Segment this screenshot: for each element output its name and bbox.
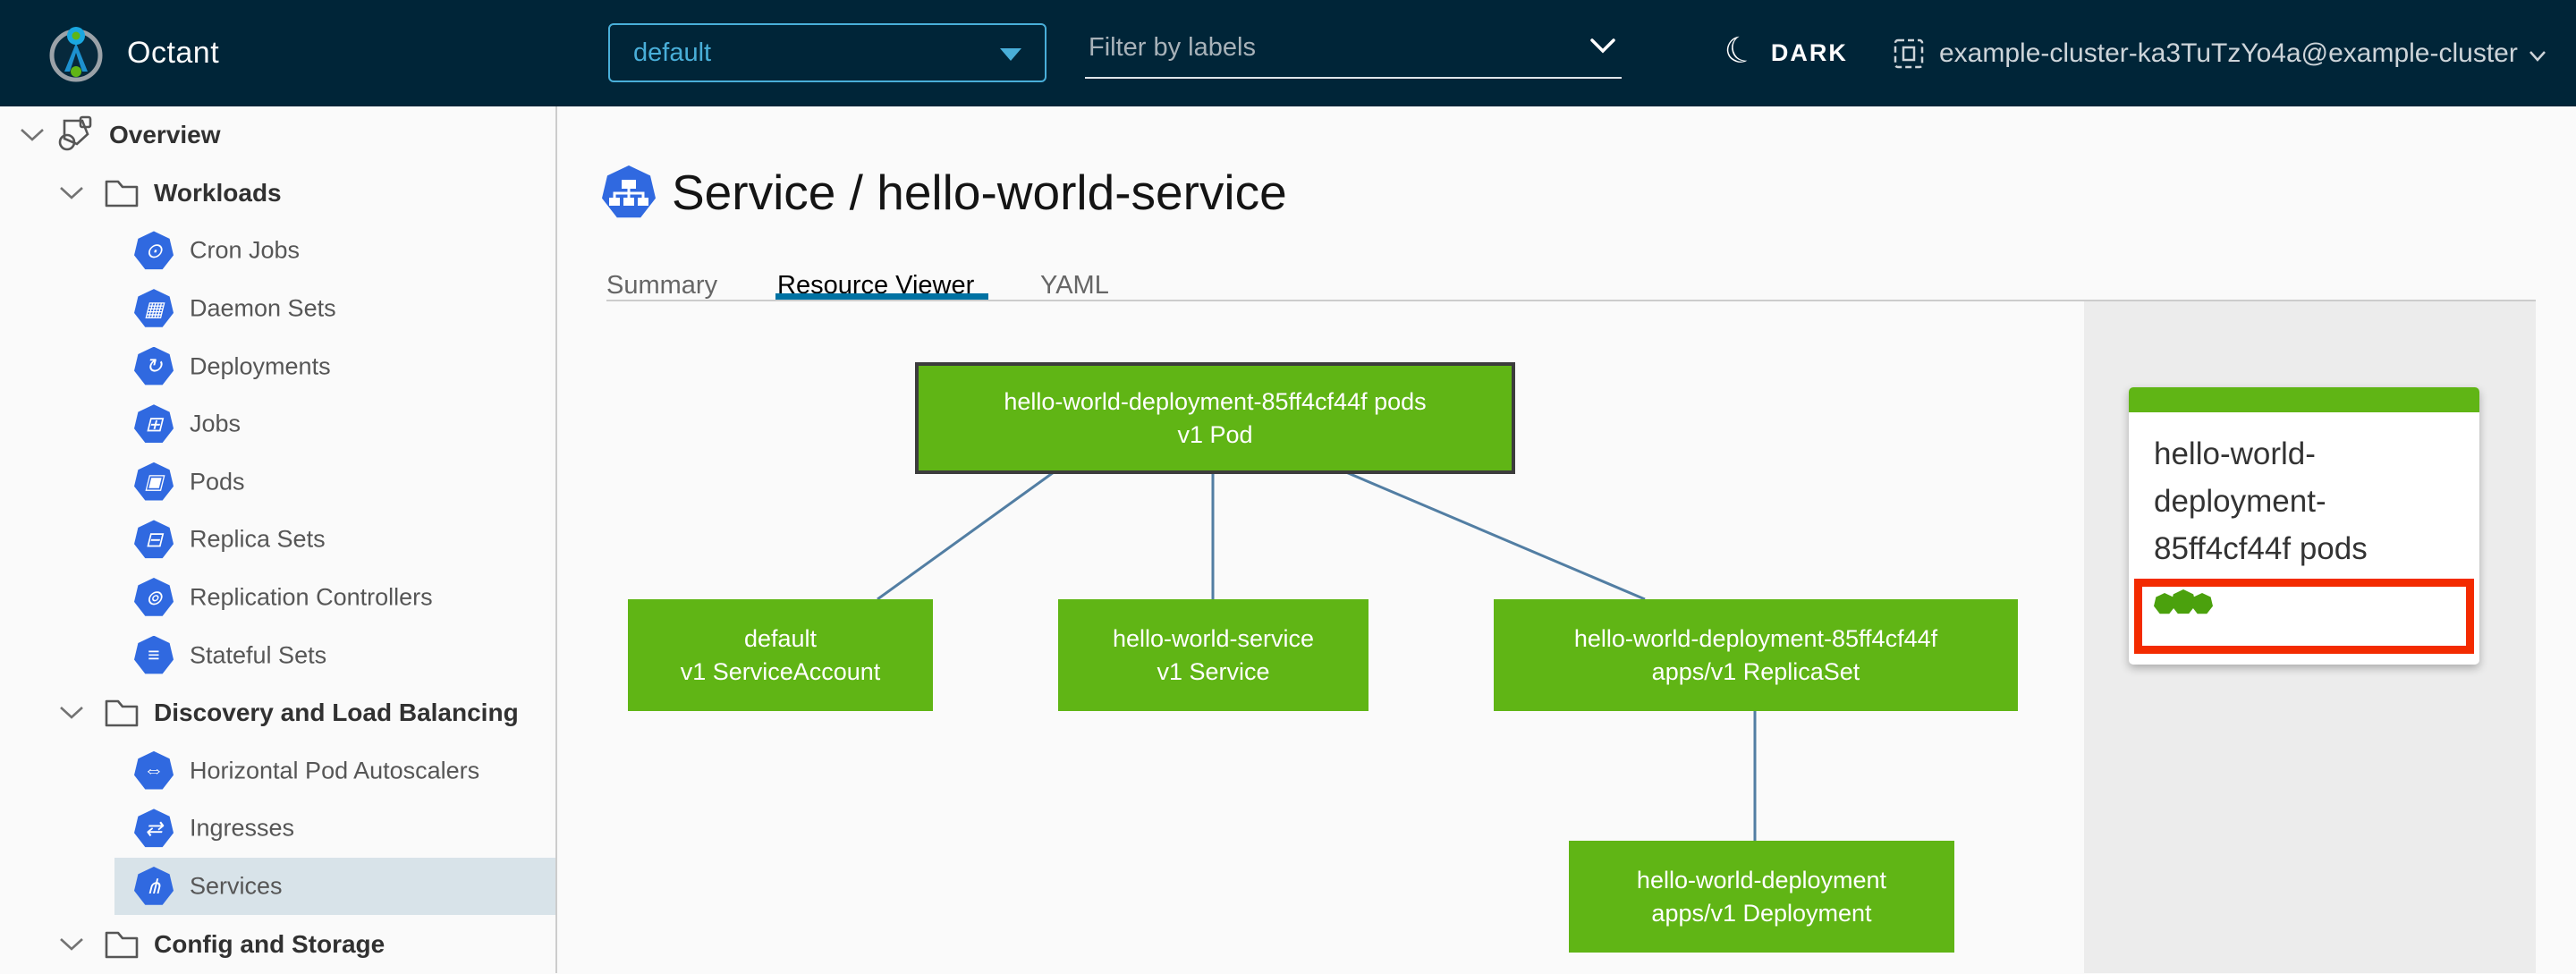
- main-content: Service / hello-world-service Summary Re…: [559, 106, 2576, 973]
- chevron-down-icon[interactable]: [59, 937, 84, 952]
- ingress-icon: ⇄: [134, 809, 174, 848]
- card-status-bar: [2129, 387, 2479, 412]
- sidebar-item-services[interactable]: ⋔ Services: [0, 857, 555, 916]
- chevron-down-icon[interactable]: [1589, 38, 1616, 60]
- sidebar-item-stateful-sets[interactable]: ≡ Stateful Sets: [0, 626, 555, 684]
- tab-yaml[interactable]: YAML: [1040, 271, 1109, 301]
- graph-node-serviceaccount[interactable]: default v1 ServiceAccount: [628, 599, 933, 711]
- namespace-select-value: default: [633, 38, 712, 67]
- graph-node-replicaset[interactable]: hello-world-deployment-85ff4cf44f apps/v…: [1494, 599, 2018, 711]
- caret-down-icon: [1000, 48, 1021, 61]
- pod-icon: ▣: [134, 462, 174, 501]
- sidebar-group-config-and-storage[interactable]: Config and Storage: [0, 915, 555, 973]
- graph-node-service[interactable]: hello-world-service v1 Service: [1058, 599, 1368, 711]
- pod-status-highlight-box[interactable]: [2134, 579, 2474, 654]
- folder-icon: [104, 178, 140, 208]
- sidebar-group-workloads[interactable]: Workloads: [0, 165, 555, 223]
- cluster-icon: [1893, 36, 1925, 72]
- page-title: Service / hello-world-service: [672, 165, 1287, 220]
- sidebar-navigation: Overview Workloads ⊙ Cron Jobs ▦ Daemon …: [0, 106, 557, 973]
- octant-logo-icon: [49, 27, 103, 82]
- cronjob-icon: ⊙: [134, 231, 174, 270]
- objects-icon: [55, 114, 97, 156]
- sidebar-item-daemon-sets[interactable]: ▦ Daemon Sets: [0, 280, 555, 338]
- namespace-select[interactable]: default: [608, 23, 1046, 82]
- chevron-down-icon[interactable]: [59, 706, 84, 720]
- service-icon: [602, 165, 656, 218]
- graph-node-deployment[interactable]: hello-world-deployment apps/v1 Deploymen…: [1569, 841, 1954, 953]
- service-icon: ⋔: [134, 867, 174, 905]
- sidebar-item-cron-jobs[interactable]: ⊙ Cron Jobs: [0, 222, 555, 280]
- replicaset-icon: ⊟: [134, 520, 174, 559]
- chevron-down-icon[interactable]: [59, 186, 84, 200]
- cluster-name: example-cluster-ka3TuTzYo4a@example-clus…: [1939, 38, 2518, 68]
- tab-summary[interactable]: Summary: [606, 271, 717, 301]
- hpa-icon: ⇔: [134, 750, 174, 790]
- statefulset-icon: ≡: [134, 635, 174, 674]
- cluster-selector[interactable]: example-cluster-ka3TuTzYo4a@example-clus…: [1893, 0, 2546, 106]
- daemonset-icon: ▦: [134, 289, 174, 327]
- moon-icon: ☾: [1719, 27, 1762, 74]
- job-icon: ⊞: [134, 404, 174, 443]
- active-tab-underline: [775, 293, 988, 300]
- sidebar-item-jobs[interactable]: ⊞ Jobs: [0, 395, 555, 453]
- chevron-down-icon[interactable]: [20, 128, 45, 142]
- sidebar-item-horizontal-pod-autoscalers[interactable]: ⇔ Horizontal Pod Autoscalers: [0, 742, 555, 800]
- sidebar-item-overview[interactable]: Overview: [0, 106, 555, 165]
- app-header: Octant default ☾ DARK example-cluster-ka…: [0, 0, 2576, 106]
- chevron-down-icon: [2529, 50, 2546, 63]
- resource-graph: hello-world-deployment-85ff4cf44f pods v…: [559, 301, 2084, 973]
- app-title: Octant: [127, 36, 220, 70]
- selected-node-card[interactable]: hello-world-deployment-85ff4cf44f pods: [2129, 387, 2479, 665]
- replicationcontroller-icon: ⊚: [134, 578, 174, 616]
- label-filter-input[interactable]: [1087, 32, 1552, 64]
- sidebar-item-ingresses[interactable]: ⇄ Ingresses: [0, 800, 555, 858]
- deployment-icon: ↻: [134, 346, 174, 385]
- sidebar-group-discovery-and-load-balancing[interactable]: Discovery and Load Balancing: [0, 684, 555, 742]
- pod-dot-icon: [2171, 589, 2196, 614]
- folder-icon: [104, 929, 140, 960]
- pod-dot-icon: [2191, 593, 2213, 614]
- selected-node-title: hello-world-deployment-85ff4cf44f pods: [2154, 436, 2368, 566]
- sidebar-item-deployments[interactable]: ↻ Deployments: [0, 337, 555, 395]
- dark-mode-toggle[interactable]: ☾ DARK: [1719, 0, 1848, 106]
- folder-icon: [104, 698, 140, 728]
- sidebar-item-pods[interactable]: ▣ Pods: [0, 453, 555, 512]
- graph-node-pod[interactable]: hello-world-deployment-85ff4cf44f pods v…: [915, 362, 1515, 474]
- sidebar-item-replica-sets[interactable]: ⊟ Replica Sets: [0, 511, 555, 569]
- label-filter[interactable]: [1085, 25, 1622, 79]
- sidebar-item-replication-controllers[interactable]: ⊚ Replication Controllers: [0, 569, 555, 627]
- node-preview-panel: hello-world-deployment-85ff4cf44f pods: [2084, 301, 2536, 973]
- dark-mode-label: DARK: [1770, 39, 1848, 66]
